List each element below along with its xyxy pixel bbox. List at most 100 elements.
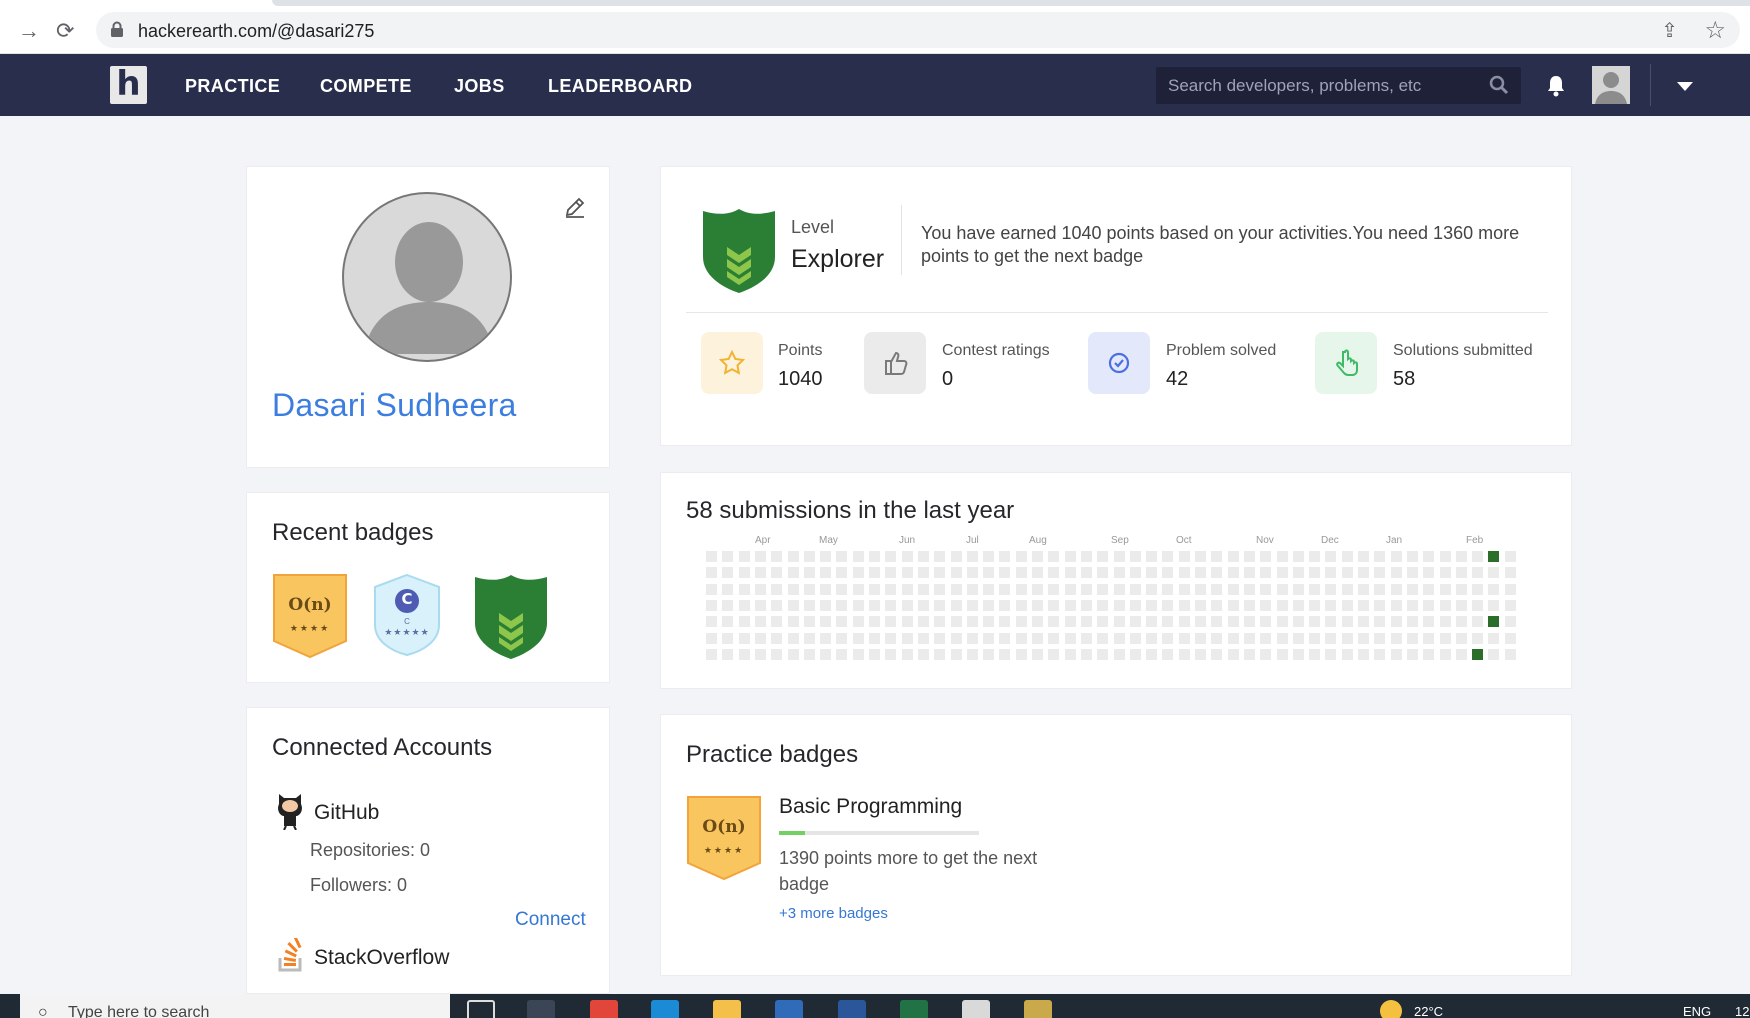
heatmap-cell <box>1064 648 1076 660</box>
heatmap-cell <box>852 616 864 628</box>
heatmap-cell <box>1097 599 1109 611</box>
forward-icon[interactable]: → <box>18 18 40 44</box>
heatmap-cell <box>803 599 815 611</box>
avatar[interactable] <box>1592 66 1630 104</box>
more-badges-link[interactable]: +3 more badges <box>779 905 888 922</box>
weather-temp[interactable]: 22°C <box>1414 1004 1443 1018</box>
chrome-icon[interactable] <box>590 1000 618 1018</box>
practice-track-title[interactable]: Basic Programming <box>779 795 962 819</box>
file-explorer-icon[interactable] <box>713 1000 741 1018</box>
badge-o-n[interactable]: O(n) ★★★★ <box>272 573 348 659</box>
heatmap-cell <box>1211 599 1223 611</box>
word-icon[interactable] <box>838 1000 866 1018</box>
share-icon[interactable]: ⇪ <box>1661 18 1678 43</box>
edit-icon[interactable] <box>563 195 587 219</box>
month-label: Oct <box>1176 535 1192 546</box>
heatmap-cell <box>966 632 978 644</box>
heatmap-cell <box>1097 583 1109 595</box>
heatmap-cell <box>1260 567 1272 579</box>
heatmap-cell <box>738 567 750 579</box>
month-label: Jun <box>899 535 916 546</box>
heatmap-cell <box>1260 583 1272 595</box>
heatmap-cell <box>901 648 913 660</box>
mail-icon[interactable] <box>775 1000 803 1018</box>
nav-practice[interactable]: PRACTICE <box>185 76 280 97</box>
heatmap-cell <box>1048 648 1060 660</box>
submitted-stat-icon-box <box>1315 332 1377 394</box>
month-label: Dec <box>1321 535 1339 546</box>
reload-icon[interactable]: ⟳ <box>56 18 74 44</box>
excel-icon[interactable] <box>900 1000 928 1018</box>
chevron-down-icon[interactable] <box>1677 82 1693 91</box>
heatmap-cell <box>787 599 799 611</box>
heatmap-cell <box>1423 648 1435 660</box>
badge-o-n[interactable]: O(n) ★★★★ <box>686 795 762 881</box>
heatmap-cell <box>934 583 946 595</box>
taskbar-search[interactable]: ○ Type here to search <box>20 994 450 1018</box>
heatmap-cell <box>1341 632 1353 644</box>
heatmap-cell <box>1080 567 1092 579</box>
heatmap-cell <box>934 567 946 579</box>
store-icon[interactable] <box>962 1000 990 1018</box>
weather-icon[interactable] <box>1380 1000 1402 1018</box>
heatmap-cell <box>1032 551 1043 562</box>
heatmap-cell <box>917 551 929 562</box>
heatmap-cell <box>1276 599 1288 611</box>
heatmap-cell <box>1129 583 1141 595</box>
heatmap-cell <box>706 616 717 628</box>
heatmap-cell <box>1406 599 1418 611</box>
heatmap-cell <box>1080 583 1092 595</box>
github-connect-link[interactable]: Connect <box>515 909 586 931</box>
badge-c-language[interactable]: C C ★★★★★ <box>371 573 443 657</box>
search-icon[interactable] <box>1489 75 1509 95</box>
heatmap-cell <box>1178 648 1190 660</box>
hackerearth-logo[interactable]: h <box>110 66 147 104</box>
heatmap-cell <box>1358 616 1369 628</box>
heatmap-cell <box>722 567 734 579</box>
heatmap-cell <box>706 648 717 660</box>
url-text[interactable]: hackerearth.com/@dasari275 <box>138 21 374 42</box>
nav-compete[interactable]: COMPETE <box>320 76 412 97</box>
connected-accounts-card: Connected Accounts GitHub Repositories: … <box>246 707 610 994</box>
thumbs-up-icon <box>885 351 908 375</box>
language-indicator[interactable]: ENG <box>1683 1004 1711 1018</box>
heatmap-cell <box>1309 616 1321 628</box>
task-view-icon[interactable] <box>527 1000 555 1018</box>
heatmap-cell <box>1195 616 1206 628</box>
heatmap-cell <box>1292 648 1304 660</box>
heatmap-cell <box>983 583 995 595</box>
bookmark-star-icon[interactable]: ☆ <box>1704 16 1726 45</box>
heatmap-cell <box>836 616 848 628</box>
heatmap-cell <box>966 583 978 595</box>
heatmap-cell <box>1341 583 1353 595</box>
heatmap-cell <box>836 599 848 611</box>
user-silhouette-icon <box>1595 72 1627 104</box>
address-bar[interactable]: hackerearth.com/@dasari275 ⇪ ☆ <box>96 12 1740 48</box>
app-icon[interactable] <box>1024 1000 1052 1018</box>
heatmap-cell <box>1129 616 1141 628</box>
heatmap-cell <box>1113 567 1125 579</box>
heatmap-cell <box>1439 583 1451 595</box>
heatmap-cell <box>1472 648 1484 660</box>
heatmap-cell <box>754 583 766 595</box>
heatmap-cell <box>917 616 929 628</box>
edge-icon[interactable] <box>651 1000 679 1018</box>
heatmap-cell <box>1390 551 1402 562</box>
heatmap-cell <box>738 599 750 611</box>
heatmap-cell <box>1227 648 1239 660</box>
clock[interactable]: 12 <box>1735 1004 1749 1018</box>
cortana-icon[interactable] <box>467 1000 495 1018</box>
bell-icon[interactable] <box>1545 74 1567 98</box>
badge-level-shield[interactable] <box>471 573 551 661</box>
contest-label: Contest ratings <box>942 342 1050 359</box>
nav-leaderboard[interactable]: LEADERBOARD <box>548 76 692 97</box>
heatmap-cell <box>1309 599 1321 611</box>
heatmap-cell <box>803 551 815 562</box>
heatmap-cell <box>1048 551 1060 562</box>
heatmap-cell <box>1015 648 1027 660</box>
search-input[interactable] <box>1168 73 1478 98</box>
nav-jobs[interactable]: JOBS <box>454 76 505 97</box>
heatmap-cell <box>869 599 880 611</box>
heatmap-cell <box>1146 616 1158 628</box>
profile-avatar <box>342 192 512 362</box>
